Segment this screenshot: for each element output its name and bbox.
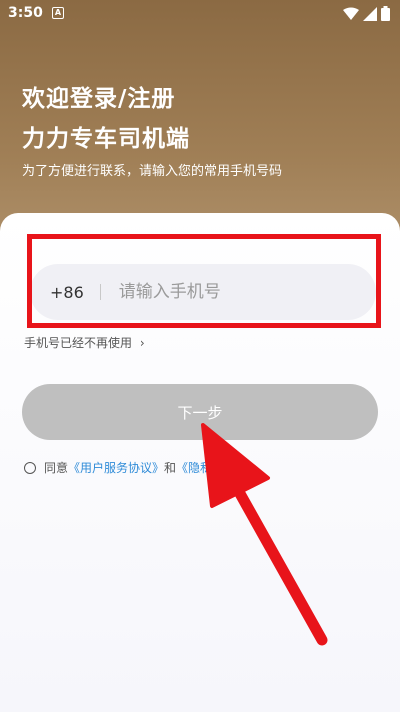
agreement-and: 和	[164, 461, 177, 475]
next-step-button[interactable]: 下一步	[22, 384, 378, 440]
status-icons	[343, 6, 390, 21]
country-code-selector[interactable]: +86	[50, 283, 84, 302]
status-time: 3:50	[8, 5, 43, 21]
agreement-row: 同意 《用户服务协议》 和 《隐私政策》	[24, 459, 248, 476]
app-name: 力力专车司机端	[22, 126, 190, 152]
notification-a-icon: A	[52, 7, 64, 19]
input-divider	[99, 284, 101, 300]
agreement-prefix: 同意	[44, 461, 69, 475]
phone-input[interactable]	[118, 282, 376, 302]
chevron-right-icon: ›	[139, 336, 145, 350]
agreement-radio[interactable]	[24, 461, 36, 474]
battery-icon	[381, 6, 390, 21]
signal-icon	[363, 6, 377, 21]
phone-input-row: +86	[30, 264, 376, 320]
phone-disused-link[interactable]: 手机号已经不再使用 ›	[24, 334, 145, 351]
status-bar: 3:50 A	[0, 0, 400, 28]
page-subtitle: 为了方便进行联系，请输入您的常用手机号码	[22, 164, 283, 179]
user-agreement-link[interactable]: 《用户服务协议》	[68, 459, 164, 476]
phone-disused-label: 手机号已经不再使用	[24, 336, 133, 350]
page-title: 欢迎登录/注册	[22, 86, 176, 112]
wifi-icon	[343, 7, 359, 20]
privacy-policy-link[interactable]: 《隐私政策》	[176, 459, 248, 476]
